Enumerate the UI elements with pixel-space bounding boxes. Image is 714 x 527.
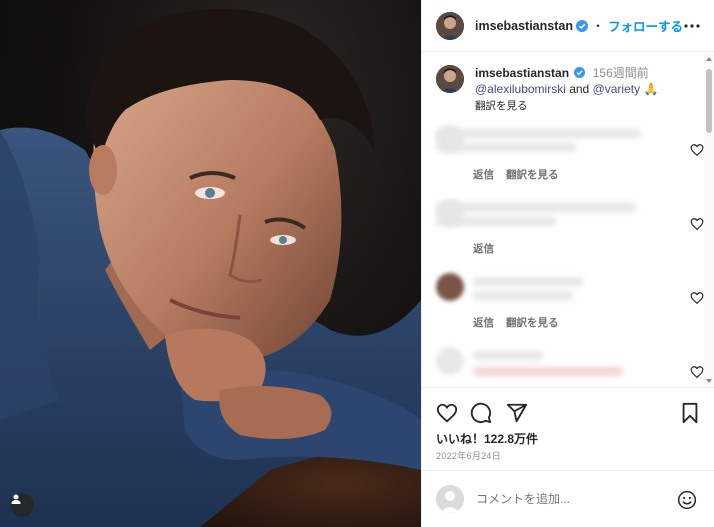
blurred-comment-text: [473, 351, 543, 360]
user-tag-icon: [11, 494, 21, 504]
mention-link-variety[interactable]: @variety: [593, 82, 641, 96]
blurred-comment-text: [436, 129, 641, 138]
comment-avatar[interactable]: [436, 273, 464, 301]
comment-like-icon[interactable]: [690, 143, 704, 157]
user-tag-button[interactable]: [10, 493, 34, 517]
comment-item: 返信: [436, 199, 704, 259]
comment-item: 返信 翻訳を見る: [436, 125, 704, 185]
scroll-up-arrow[interactable]: [706, 57, 712, 61]
separator-dot: ・: [591, 19, 604, 33]
portrait-image: [0, 8, 421, 527]
post-header: imsebastianstan ・ フォローする: [422, 0, 714, 52]
comment-like-icon[interactable]: [690, 291, 704, 305]
reply-link[interactable]: 返信: [473, 241, 494, 256]
emoji-icon[interactable]: [677, 490, 697, 510]
post-action-bar: [422, 387, 714, 424]
scroll-down-arrow[interactable]: [706, 379, 712, 383]
blurred-comment-text: [436, 217, 556, 226]
pray-emoji: 🙏: [643, 82, 659, 96]
share-icon[interactable]: [506, 402, 528, 424]
default-avatar-icon: [436, 485, 464, 513]
mention-link-photographer[interactable]: @alexilubomirski: [475, 82, 566, 96]
comment-actions: 返信 翻訳を見る: [473, 167, 559, 182]
reply-link[interactable]: 返信: [473, 167, 494, 182]
comment-translate-link[interactable]: 翻訳を見る: [506, 167, 559, 182]
blurred-comment-text: [473, 277, 583, 286]
author-avatar[interactable]: [436, 11, 464, 40]
comment-avatar[interactable]: [436, 347, 464, 375]
likes-count[interactable]: いいね！122.8万件: [436, 430, 538, 447]
current-user-avatar: [436, 485, 464, 513]
author-username[interactable]: imsebastianstan: [475, 19, 573, 33]
caption-username[interactable]: imsebastianstan: [475, 66, 569, 80]
blurred-comment-text: [436, 203, 636, 212]
comment-icon[interactable]: [470, 402, 492, 424]
post-photo[interactable]: [0, 0, 421, 527]
more-options-icon[interactable]: [683, 17, 701, 35]
comments-scrollbar[interactable]: [704, 53, 714, 387]
caption-avatar[interactable]: [436, 65, 464, 93]
comment-item: [436, 347, 704, 387]
comment-translate-link[interactable]: 翻訳を見る: [506, 315, 559, 330]
reply-link[interactable]: 返信: [473, 315, 494, 330]
verified-badge-icon: [575, 19, 588, 32]
bookmark-icon[interactable]: [679, 402, 701, 424]
comment-input[interactable]: [476, 492, 656, 506]
post-date: 2022年6月24日: [436, 451, 502, 461]
comment-like-icon[interactable]: [690, 365, 704, 379]
comment-actions: 返信 翻訳を見る: [473, 315, 559, 330]
blurred-comment-text: [473, 291, 573, 300]
scroll-thumb[interactable]: [706, 69, 712, 133]
caption-timestamp: 156週間前: [592, 66, 649, 80]
post-caption: imsebastianstan 156週間前 @alexilubomirski …: [436, 65, 695, 114]
blurred-comment-text: [473, 367, 623, 376]
caption-text-block: imsebastianstan 156週間前 @alexilubomirski …: [475, 65, 695, 114]
follow-button[interactable]: フォローする: [608, 16, 683, 35]
verified-badge-icon: [574, 67, 586, 78]
blurred-comment-text: [436, 143, 576, 152]
caption-and-text: and: [565, 82, 593, 96]
caption-translate-link[interactable]: 翻訳を見る: [475, 98, 695, 114]
instagram-post-view: imsebastianstan ・ フォローする imsebastianstan…: [0, 0, 714, 527]
author-avatar-image: [436, 11, 464, 40]
comment-like-icon[interactable]: [690, 217, 704, 231]
caption-avatar-image: [436, 65, 464, 93]
add-comment-bar: [422, 470, 714, 527]
comments-list[interactable]: imsebastianstan 156週間前 @alexilubomirski …: [422, 53, 714, 387]
comment-actions: 返信: [473, 241, 494, 256]
heart-icon[interactable]: [436, 402, 458, 424]
post-side-panel: imsebastianstan ・ フォローする imsebastianstan…: [421, 0, 714, 527]
comment-item: 返信 翻訳を見る: [436, 273, 704, 333]
